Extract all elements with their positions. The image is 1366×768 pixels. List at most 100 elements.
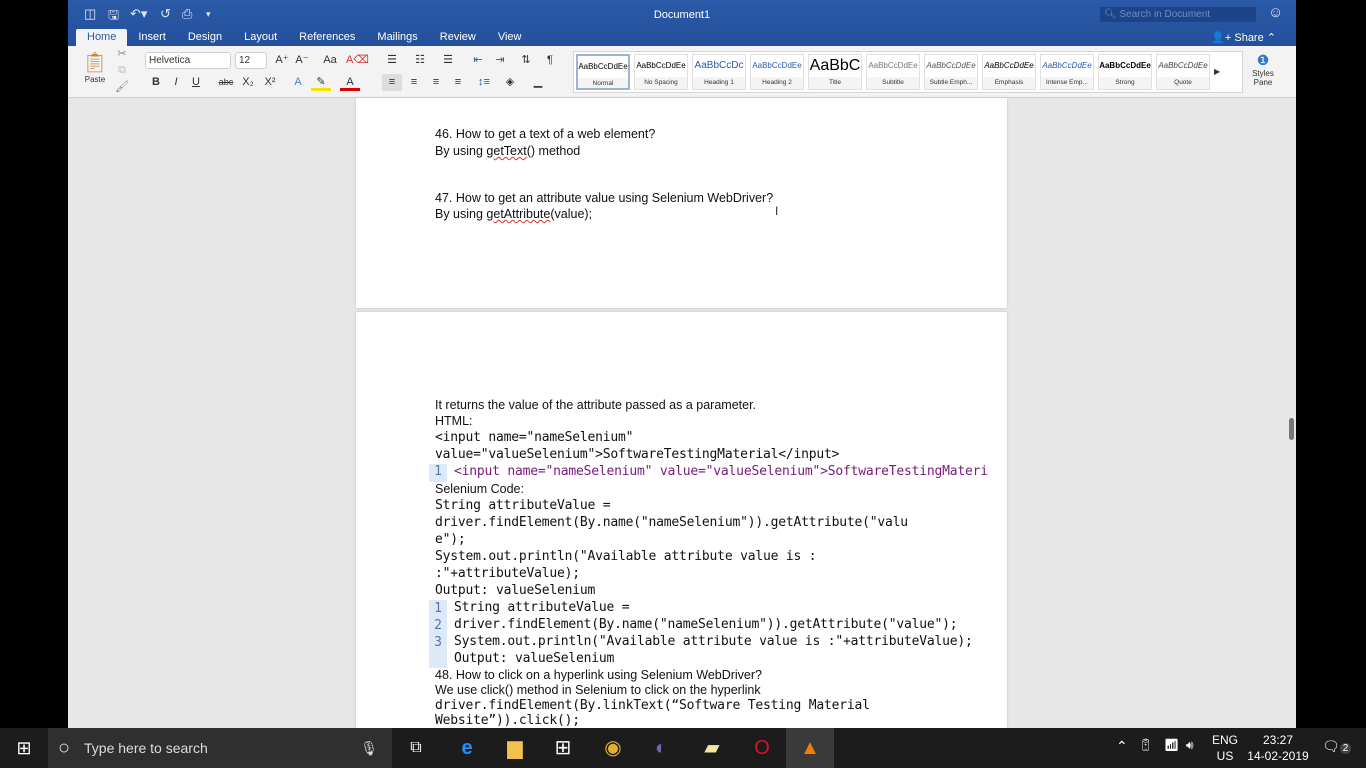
tab-references[interactable]: References	[288, 29, 366, 46]
volume-icon[interactable]: 🔊︎	[1186, 738, 1194, 753]
tab-view[interactable]: View	[487, 29, 533, 46]
code-line: String attributeValue =	[454, 600, 630, 615]
microphone-icon[interactable]: 🎙︎	[360, 728, 378, 768]
tab-layout[interactable]: Layout	[233, 29, 288, 46]
tab-home[interactable]: Home	[76, 29, 128, 46]
superscript-icon[interactable]: X²	[260, 74, 280, 91]
file-explorer-icon[interactable]: ▆	[491, 728, 539, 768]
show-formatting-icon[interactable]: ¶	[540, 52, 560, 69]
battery-icon[interactable]: 🔋︎	[1138, 738, 1153, 752]
vlc-icon[interactable]: ▲	[786, 728, 834, 768]
cut-icon[interactable]: ✂	[112, 46, 132, 63]
document-page-2[interactable]: It returns the value of the attribute pa…	[356, 312, 1007, 728]
paste-button[interactable]: 📋︎ Paste	[78, 50, 112, 84]
line-number: 3	[434, 635, 442, 650]
style-quote[interactable]: AaBbCcDdEe Quote	[1156, 54, 1210, 90]
style-subtitle[interactable]: AaBbCcDdEe Subtitle	[866, 54, 920, 90]
style-heading-1[interactable]: AaBbCcDc Heading 1	[692, 54, 746, 90]
clock[interactable]: 23:27 14-02-2019	[1246, 732, 1310, 764]
style-intense-emphasis[interactable]: AaBbCcDdEe Intense Emp...	[1040, 54, 1094, 90]
tab-review[interactable]: Review	[429, 29, 487, 46]
edge-icon[interactable]: e	[443, 728, 491, 768]
action-center-icon[interactable]: 🗨︎ 2	[1322, 738, 1352, 755]
vertical-scrollbar[interactable]	[1289, 418, 1294, 440]
code-line: Output: valueSelenium	[435, 583, 596, 598]
borders-icon[interactable]: ▁	[528, 74, 548, 91]
clear-formatting-icon[interactable]: A⌫	[346, 52, 369, 69]
italic-icon[interactable]: I	[166, 74, 186, 91]
language-indicator[interactable]: ENG US	[1212, 732, 1238, 764]
task-view-icon[interactable]: ⧉	[392, 728, 440, 768]
style-heading-2[interactable]: AaBbCcDdEe Heading 2	[750, 54, 804, 90]
style-preview: AaBbCcDdEe	[1099, 61, 1151, 70]
time: 23:27	[1262, 733, 1294, 747]
question-46: 46. How to get a text of a web element?	[435, 127, 656, 141]
text-effects-icon[interactable]: A	[288, 74, 308, 91]
bold-icon[interactable]: B	[146, 74, 166, 91]
keyboard-layout: US	[1216, 749, 1234, 763]
feedback-icon[interactable]: ☺	[1268, 4, 1283, 21]
style-emphasis[interactable]: AaBbCcDdEe Emphasis	[982, 54, 1036, 90]
increase-indent-icon[interactable]: ⇥	[490, 52, 510, 69]
shrink-font-icon[interactable]: A⁻	[292, 52, 312, 69]
store-icon[interactable]: ⊞	[539, 728, 587, 768]
justify-icon[interactable]: ≡	[448, 74, 468, 91]
tab-design[interactable]: Design	[177, 29, 233, 46]
copy-icon[interactable]: ⧉	[112, 62, 132, 79]
style-strong[interactable]: AaBbCcDdEe Strong	[1098, 54, 1152, 90]
style-preview: AaBbCcDdEe	[636, 61, 686, 70]
text-cursor-icon: I	[775, 204, 779, 218]
change-case-icon[interactable]: Aa	[320, 52, 340, 69]
bullets-icon[interactable]: ☰	[382, 52, 402, 69]
underline-icon[interactable]: U	[186, 74, 206, 91]
sort-icon[interactable]: ⇅	[516, 52, 536, 69]
paragraph: It returns the value of the attribute pa…	[435, 398, 757, 412]
highlight-icon[interactable]: ✎	[311, 74, 331, 91]
align-left-icon[interactable]: ≡	[382, 74, 402, 91]
answer-text: () method	[526, 144, 581, 158]
search-placeholder: Search in Document	[1119, 9, 1211, 20]
styles-pane-label: Styles Pane	[1252, 69, 1274, 87]
eclipse-icon[interactable]: ◐	[637, 728, 685, 768]
align-right-icon[interactable]: ≡	[426, 74, 446, 91]
grow-font-icon[interactable]: A⁺	[272, 52, 292, 69]
answer-46: By using getText() method	[435, 144, 580, 158]
show-hidden-icons[interactable]: ⌃	[1116, 738, 1128, 755]
taskbar: ⊞ ○ Type here to search 🎙︎ ⧉ e ▆ ⊞ ◉ ◐ ▰…	[0, 728, 1366, 768]
decrease-indent-icon[interactable]: ⇤	[468, 52, 488, 69]
word-window: ◫ 🖫 ↶▾ ↺ ⎙ ▾ Document1 🔍︎ Search in Docu…	[68, 0, 1296, 728]
share-button[interactable]: 👤+ Share ⌃	[1211, 31, 1276, 44]
strikethrough-icon[interactable]: abc	[216, 74, 236, 91]
document-page-1[interactable]: 46. How to get a text of a web element? …	[356, 98, 1007, 308]
tab-insert[interactable]: Insert	[127, 29, 177, 46]
shading-icon[interactable]: ◈	[500, 74, 520, 91]
font-color-icon[interactable]: A	[340, 74, 360, 91]
taskbar-search[interactable]: ○ Type here to search 🎙︎	[48, 728, 392, 768]
align-center-icon[interactable]: ≡	[404, 74, 424, 91]
numbering-icon[interactable]: ☷	[410, 52, 430, 69]
gallery-more-icon[interactable]: ▶	[1214, 54, 1220, 90]
style-name: Intense Emp...	[1041, 77, 1093, 89]
style-subtle-emphasis[interactable]: AaBbCcDdEe Subtle Emph...	[924, 54, 978, 90]
answer-text: By using	[435, 144, 487, 158]
style-no-spacing[interactable]: AaBbCcDdEe No Spacing	[634, 54, 688, 90]
windows-start-icon[interactable]: ⊞	[0, 728, 48, 768]
chrome-icon[interactable]: ◉	[589, 728, 637, 768]
sticky-notes-icon[interactable]: ▰	[688, 728, 736, 768]
search-document-input[interactable]: 🔍︎ Search in Document	[1100, 7, 1256, 22]
code-line: e");	[435, 532, 466, 547]
font-size-select[interactable]: 12	[235, 52, 267, 69]
subscript-icon[interactable]: X₂	[238, 74, 258, 91]
tab-mailings[interactable]: Mailings	[366, 29, 428, 46]
format-painter-icon[interactable]: 🖌︎	[112, 79, 132, 96]
style-title[interactable]: AaBbC Title	[808, 54, 862, 90]
paragraph: HTML:	[435, 414, 473, 428]
style-preview: AaBbC	[809, 57, 861, 74]
opera-icon[interactable]: O	[738, 728, 786, 768]
font-name-select[interactable]: Helvetica	[145, 52, 231, 69]
styles-pane-button[interactable]: ❶ Styles Pane	[1248, 52, 1278, 87]
wifi-icon[interactable]: 📶︎	[1164, 738, 1179, 752]
multilevel-list-icon[interactable]: ☰	[438, 52, 458, 69]
line-spacing-icon[interactable]: ↕≡	[474, 74, 494, 91]
style-normal[interactable]: AaBbCcDdEe Normal	[576, 54, 630, 90]
